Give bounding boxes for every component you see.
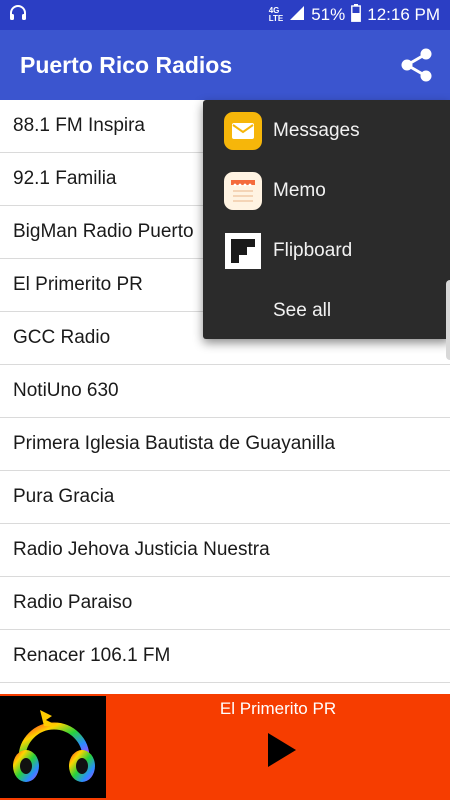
list-item[interactable]: Radio Paraiso (0, 577, 450, 630)
share-option-messages[interactable]: Messages (203, 101, 450, 161)
station-name: NotiUno 630 (13, 380, 119, 401)
battery-icon (351, 3, 362, 27)
share-option-label: Memo (273, 180, 326, 201)
share-option-memo[interactable]: Memo (203, 161, 450, 221)
flipboard-icon (225, 233, 261, 269)
share-icon[interactable] (398, 46, 436, 84)
app-title: Puerto Rico Radios (20, 51, 233, 78)
play-icon[interactable] (266, 732, 298, 768)
signal-icon (289, 5, 305, 26)
app-bar: Puerto Rico Radios (0, 30, 450, 100)
station-name: Primera Iglesia Bautista de Guayanilla (13, 433, 336, 454)
station-name: Renacer 106.1 FM (13, 645, 171, 666)
station-name: Pura Gracia (13, 486, 115, 507)
station-name: 88.1 FM Inspira (13, 115, 145, 136)
share-option-label: Messages (273, 120, 360, 141)
album-art (0, 696, 106, 798)
station-name: Radio Jehova Justicia Nuestra (13, 539, 270, 560)
share-option-see-all[interactable]: See all (203, 281, 450, 341)
share-option-label: See all (273, 300, 332, 321)
messages-icon (224, 112, 262, 150)
share-option-flipboard[interactable]: Flipboard (203, 221, 450, 281)
status-bar: 4G LTE 51% 12:16 PM (0, 0, 450, 30)
station-name: Radio Paraiso (13, 592, 133, 613)
memo-icon (224, 172, 262, 210)
station-name: BigMan Radio Puerto (13, 221, 194, 242)
share-option-label: Flipboard (273, 240, 353, 261)
popup-scroll-indicator (446, 280, 450, 360)
player-bar: El Primerito PR (0, 694, 450, 800)
list-item[interactable]: Radio Jehova Justicia Nuestra (0, 524, 450, 577)
network-type: 4G LTE (268, 6, 284, 23)
list-item[interactable]: NotiUno 630 (0, 365, 450, 418)
list-item[interactable]: Renacer 106.1 FM (0, 630, 450, 683)
headset-icon (8, 3, 28, 28)
now-playing-title: El Primerito PR (219, 699, 337, 718)
station-name: GCC Radio (13, 327, 111, 348)
station-name: 92.1 Familia (13, 168, 117, 189)
share-menu: Messages Memo Flipboard See all (203, 100, 450, 360)
list-item[interactable]: Primera Iglesia Bautista de Guayanilla (0, 418, 450, 471)
battery-level: 51% (311, 5, 346, 24)
clock: 12:16 PM (367, 5, 440, 24)
list-item[interactable]: Pura Gracia (0, 471, 450, 524)
station-name: El Primerito PR (13, 274, 143, 295)
